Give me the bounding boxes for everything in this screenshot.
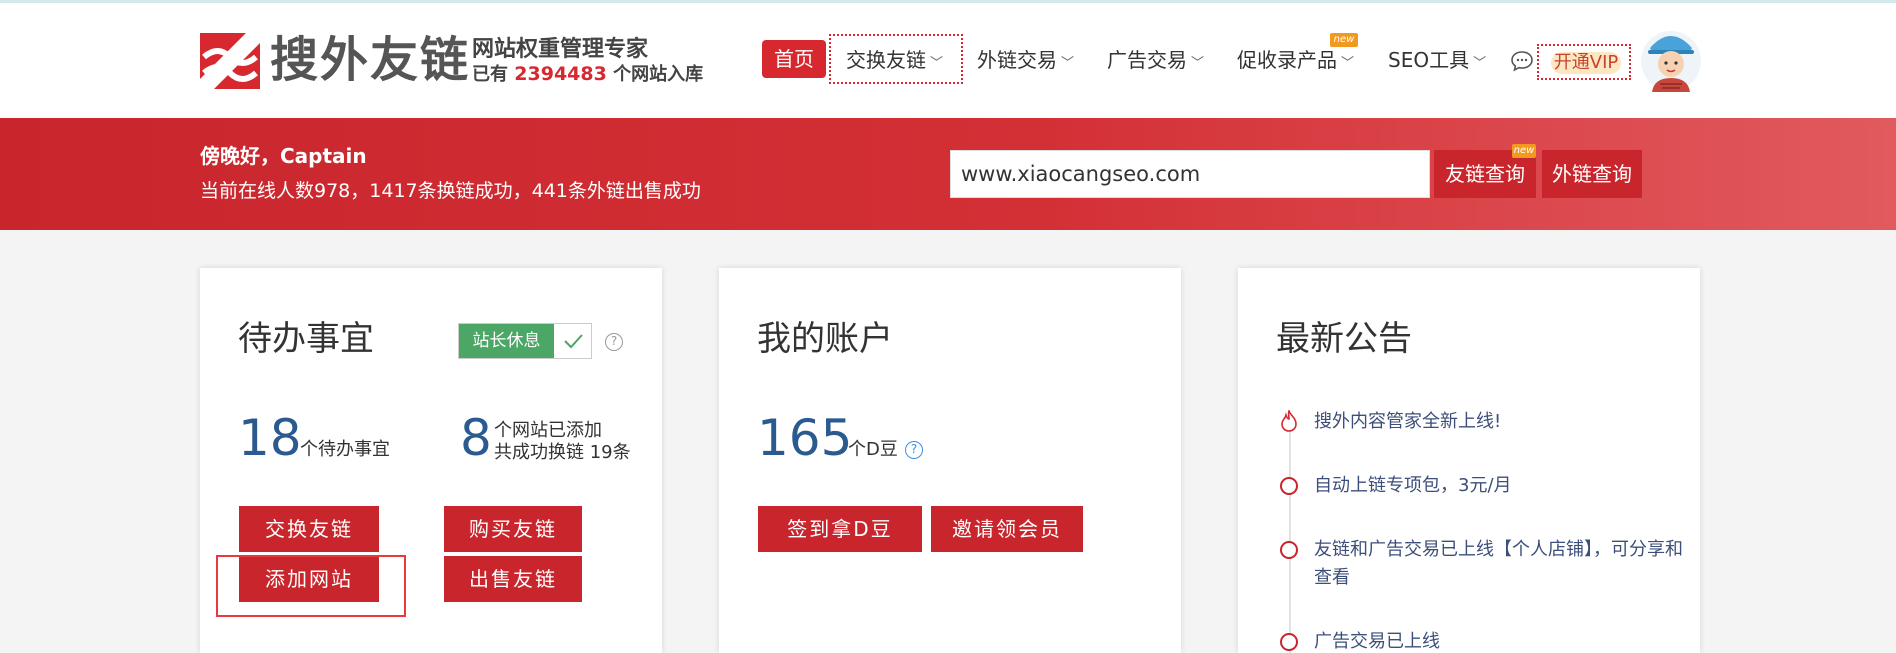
logo-icon[interactable] [200,33,260,89]
backlink-query-button[interactable]: 外链查询 [1542,150,1642,198]
nav-seo-tools-label: SEO工具 [1388,48,1470,72]
nav-home[interactable]: 首页 [762,40,826,78]
site-count-prefix: 已有 [472,64,508,85]
buy-links-button[interactable]: 购买友链 [444,506,582,552]
notice-item[interactable]: 自动上链专项包，3元/月 [1314,472,1694,500]
chevron-down-icon: ﹀ [930,56,944,71]
nav-backlink-trade-label: 外链交易 [977,48,1057,72]
add-site-highlight [216,555,406,617]
site-count: 已有 2394483 个网站入库 [472,62,703,87]
nav-backlink-trade[interactable]: 外链交易 ﹀ [977,46,1074,78]
dbean-unit: 个D豆 [848,439,898,460]
todo-title: 待办事宜 [238,319,374,359]
check-icon [564,334,583,349]
nav-exchange-label: 交换友链 [846,48,926,72]
chevron-down-icon: ﹀ [1341,56,1355,71]
nav-seo-tools[interactable]: SEO工具 ﹀ [1388,46,1486,78]
chevron-down-icon: ﹀ [1473,56,1487,71]
help-icon[interactable]: ? [605,333,623,351]
sites-added-label: 个网站已添加 [494,420,602,441]
timeline-dot [1280,477,1298,495]
sites-count[interactable]: 8 [460,410,492,466]
greeting-text: 傍晚好，Captain [200,144,367,168]
owner-rest-toggle[interactable]: 站长休息 [458,323,592,359]
user-avatar[interactable] [1640,26,1702,92]
dbean-balance: 165 [757,409,853,467]
notice-item[interactable]: 友链和广告交易已上线【个人店铺】，可分享和查看 [1314,536,1694,592]
account-title: 我的账户 [757,319,893,359]
help-icon[interactable]: ? [905,441,923,459]
notice-item[interactable]: 搜外内容管家全新上线! [1314,408,1694,436]
invite-button[interactable]: 邀请领会员 [931,506,1083,552]
open-vip-label: 开通VIP [1551,52,1621,74]
nav-ad-trade[interactable]: 广告交易 ﹀ [1107,46,1204,78]
chevron-down-icon: ﹀ [1061,56,1075,71]
new-badge: new [1512,144,1536,158]
open-vip-button[interactable]: 开通VIP [1537,44,1631,80]
logo-slogan: 网站权重管理专家 [472,37,649,62]
site-count-suffix: 个网站入库 [613,64,704,85]
nav-ad-trade-label: 广告交易 [1107,48,1187,72]
timeline-dot [1280,633,1298,651]
pending-label: 个待办事宜 [300,439,390,460]
owner-rest-label: 站长休息 [459,324,554,358]
nav-index-products[interactable]: 促收录产品 ﹀ [1237,46,1354,78]
fire-icon [1281,410,1297,432]
notice-item[interactable]: 广告交易已上线 [1314,628,1694,653]
checkin-button[interactable]: 签到拿D豆 [758,506,922,552]
sell-links-button[interactable]: 出售友链 [444,556,582,602]
chevron-down-icon: ﹀ [1191,56,1205,71]
logo-name[interactable]: 搜外友链 [270,30,470,90]
new-badge: new [1330,33,1358,47]
online-stats-text: 当前在线人数978，1417条换链成功，441条外链出售成功 [200,180,701,202]
nav-exchange-links[interactable]: 交换友链 ﹀ [846,46,943,78]
exchange-success-label: 共成功换链 19条 [494,442,631,463]
chat-icon[interactable] [1510,50,1534,72]
pending-count[interactable]: 18 [238,410,302,466]
notice-title: 最新公告 [1276,319,1412,359]
timeline-dot [1280,541,1298,559]
nav-index-products-label: 促收录产品 [1237,48,1337,72]
site-count-value: 2394483 [514,63,607,85]
exchange-links-button[interactable]: 交换友链 [239,506,379,552]
domain-search-input[interactable] [950,150,1430,198]
